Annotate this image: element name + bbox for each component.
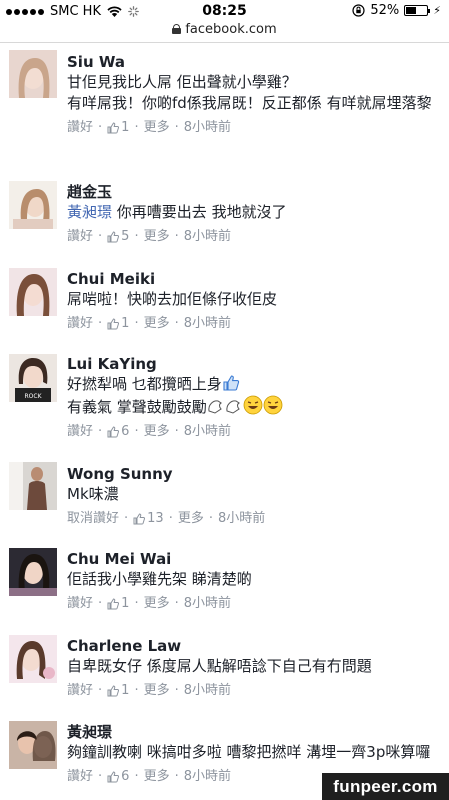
address-bar[interactable]: facebook.com <box>0 22 449 42</box>
thumbs-up-icon <box>107 685 120 697</box>
comment-line-2: 有義氣 掌聲鼓勵鼓勵 <box>67 398 207 416</box>
clapping-hands-emoji-icon <box>208 400 240 414</box>
svg-text:ROCK: ROCK <box>24 393 42 400</box>
like-count[interactable]: 1 <box>121 682 129 700</box>
more-button[interactable]: 更多 <box>144 119 170 137</box>
mention-link[interactable]: 黃昶璟 <box>67 203 112 221</box>
like-button[interactable]: 讚好 <box>67 768 93 786</box>
commenter-name[interactable]: Wong Sunny <box>67 464 441 484</box>
timestamp[interactable]: 8小時前 <box>184 595 231 613</box>
battery-icon <box>404 5 431 16</box>
like-count[interactable]: 6 <box>121 423 129 441</box>
thumbs-up-icon <box>107 771 120 783</box>
charging-bolt-icon: ⚡ <box>433 4 441 17</box>
timestamp[interactable]: 8小時前 <box>218 510 265 528</box>
comment-actions: 讚好 · 1 · 更多 · 8小時前 <box>67 315 232 333</box>
thumbs-up-icon <box>107 231 120 243</box>
timestamp[interactable]: 8小時前 <box>184 315 231 333</box>
avatar[interactable] <box>9 50 57 98</box>
comment-text: 夠鐘訓教喇 咪搞咁多啦 嘈黎把撚咩 溝埋一齊3p咪算囉 <box>67 743 431 761</box>
url-domain: facebook.com <box>185 22 277 37</box>
comment-text: 黃昶璟 你再嘈要出去 我地就沒了 <box>67 202 441 223</box>
comment-text: 佢話我小學雞先架 睇清楚啲 <box>67 570 252 588</box>
thumbs-up-icon <box>107 426 120 438</box>
comment-text: 好撚犁喎 乜都攬晒上身 有義氣 掌聲鼓勵鼓勵 <box>67 374 441 418</box>
like-count[interactable]: 1 <box>121 595 129 613</box>
thumbs-up-icon <box>133 513 146 525</box>
like-button[interactable]: 讚好 <box>67 423 93 441</box>
more-button[interactable]: 更多 <box>144 228 170 246</box>
thumbs-up-icon <box>107 318 120 330</box>
timestamp[interactable]: 8小時前 <box>184 228 231 246</box>
avatar[interactable] <box>9 548 57 596</box>
divider <box>0 42 449 43</box>
commenter-name[interactable]: Chui Meiki <box>67 269 441 289</box>
like-count[interactable]: 13 <box>147 510 164 528</box>
commenter-name[interactable]: 黃昶璟 <box>67 722 441 742</box>
commenter-name[interactable]: Charlene Law <box>67 636 441 656</box>
comment-actions: 讚好 · 5 · 更多 · 8小時前 <box>67 228 232 246</box>
more-button[interactable]: 更多 <box>144 768 170 786</box>
timestamp[interactable]: 8小時前 <box>184 682 231 700</box>
avatar[interactable] <box>9 268 57 316</box>
battery-percent: 52% <box>370 3 400 18</box>
status-bar: SMC HK 08:25 52% ⚡ <box>0 0 449 22</box>
like-button[interactable]: 讚好 <box>67 119 93 137</box>
comment-actions: 讚好 · 1 · 更多 · 8小時前 <box>67 595 232 613</box>
comment-actions: 讚好 · 1 · 更多 · 8小時前 <box>67 682 232 700</box>
commenter-name[interactable]: Lui KaYing <box>67 354 441 374</box>
watermark: funpeer.com <box>322 773 449 800</box>
comment-text: 屌啱啦！快啲去加佢條仔收佢皮 <box>67 290 278 308</box>
commenter-name[interactable]: 趙金玉 <box>67 182 441 202</box>
more-button[interactable]: 更多 <box>144 423 170 441</box>
comment-text: 甘佢見我比人屌 佢出聲就小學雞？ 有咩屌我！你啲fd係我屌既！反正都係 有咩就屌… <box>67 73 432 112</box>
unlike-button[interactable]: 取消讚好 <box>67 510 119 528</box>
more-button[interactable]: 更多 <box>144 595 170 613</box>
comment-text: Mk味濃 <box>67 485 119 503</box>
like-count[interactable]: 1 <box>121 119 129 137</box>
thumbs-up-icon <box>107 598 120 610</box>
laughing-face-emoji-icon <box>243 395 283 415</box>
comment-actions: 讚好 · 1 · 更多 · 8小時前 <box>67 119 232 137</box>
commenter-name[interactable]: Chu Mei Wai <box>67 549 441 569</box>
avatar[interactable] <box>9 462 57 510</box>
rotation-lock-icon <box>352 4 365 17</box>
more-button[interactable]: 更多 <box>144 682 170 700</box>
timestamp[interactable]: 8小時前 <box>184 119 231 137</box>
like-count[interactable]: 6 <box>121 768 129 786</box>
comment-body: 你再嘈要出去 我地就沒了 <box>116 203 287 221</box>
avatar[interactable]: ROCK <box>9 354 57 402</box>
timestamp[interactable]: 8小時前 <box>184 423 231 441</box>
more-button[interactable]: 更多 <box>144 315 170 333</box>
lock-icon <box>172 24 182 34</box>
like-button[interactable]: 讚好 <box>67 315 93 333</box>
commenter-name[interactable]: Siu Wa <box>67 52 441 72</box>
comment-text: 自卑既女仔 係度屌人點解唔諗下自己有冇問題 <box>67 657 372 675</box>
comment-line-1: 好撚犁喎 乜都攬晒上身 <box>67 375 222 393</box>
like-count[interactable]: 1 <box>121 315 129 333</box>
like-button[interactable]: 讚好 <box>67 595 93 613</box>
thumbs-up-emoji-icon <box>223 375 239 391</box>
comment-actions: 讚好 · 6 · 更多 · 8小時前 <box>67 423 232 441</box>
more-button[interactable]: 更多 <box>178 510 204 528</box>
like-button[interactable]: 讚好 <box>67 682 93 700</box>
thumbs-up-icon <box>107 122 120 134</box>
timestamp[interactable]: 8小時前 <box>184 768 231 786</box>
like-count[interactable]: 5 <box>121 228 129 246</box>
comment-actions: 取消讚好 · 13 · 更多 · 8小時前 <box>67 510 266 528</box>
avatar[interactable] <box>9 635 57 683</box>
like-button[interactable]: 讚好 <box>67 228 93 246</box>
avatar[interactable] <box>9 721 57 769</box>
avatar[interactable] <box>9 181 57 229</box>
